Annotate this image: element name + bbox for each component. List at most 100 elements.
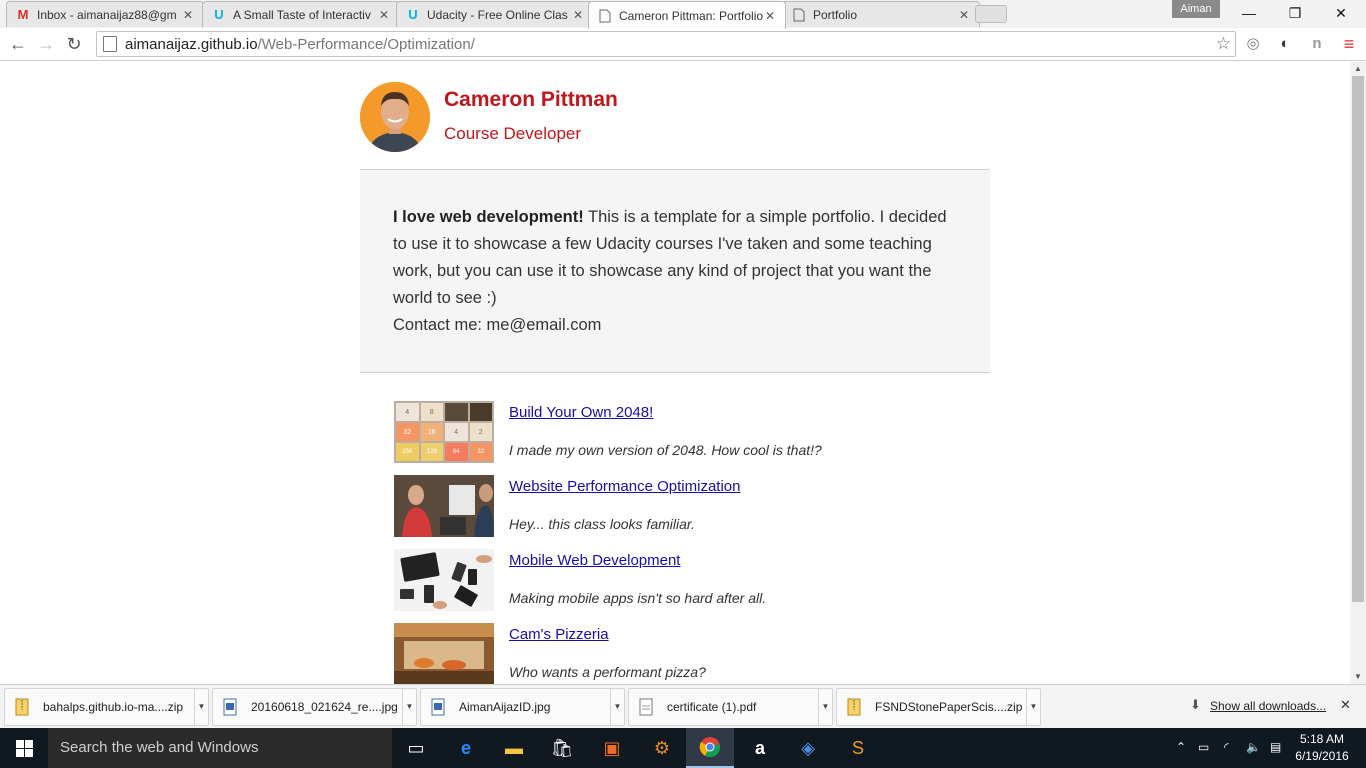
scroll-up-icon[interactable]: ▲ xyxy=(1350,62,1366,76)
taskbar-search-input[interactable]: Search the web and Windows xyxy=(48,728,392,768)
tile: 32 xyxy=(469,443,492,461)
app-icon[interactable]: ⚙ xyxy=(638,728,686,768)
list-item: Cam's Pizzeria Who wants a performant pi… xyxy=(394,623,954,684)
address-bar[interactable]: aimanaijaz.github.io/Web-Performance/Opt… xyxy=(96,31,1236,57)
tab-strip: M Inbox - aimanaijaz88@gm ✕ U A Small Ta… xyxy=(0,0,1366,29)
page-icon xyxy=(103,36,117,52)
file-explorer-icon[interactable]: ▬ xyxy=(490,728,538,768)
windows-logo-icon xyxy=(15,739,33,757)
download-item[interactable]: 20160618_021624_re....jpg ▼ xyxy=(212,688,417,726)
chevron-down-icon[interactable]: ▼ xyxy=(818,689,832,725)
network-icon[interactable]: ▭ xyxy=(1198,740,1209,754)
download-filename: 20160618_021624_re....jpg xyxy=(251,700,398,714)
close-icon[interactable]: ✕ xyxy=(571,8,585,22)
extension-icon[interactable]: n xyxy=(1306,33,1328,55)
chevron-up-icon[interactable]: ⌃ xyxy=(1176,740,1186,754)
close-icon[interactable]: ✕ xyxy=(1340,697,1351,713)
reload-icon[interactable]: ↻ xyxy=(62,32,86,56)
intro-section: I love web development! This is a templa… xyxy=(360,169,990,373)
clock[interactable]: 5:18 AM 6/19/2016 xyxy=(1292,731,1352,765)
amazon-icon[interactable]: a xyxy=(736,728,784,768)
project-link[interactable]: Cam's Pizzeria xyxy=(509,626,609,643)
list-item: 4 8 32 16 4 2 256 128 64 32 Build Your O… xyxy=(394,401,954,475)
sublime-text-icon[interactable]: S xyxy=(834,728,882,768)
new-tab-button[interactable] xyxy=(975,5,1007,23)
project-thumbnail-pizzeria[interactable] xyxy=(394,623,494,684)
tile xyxy=(469,403,492,421)
project-description: Who wants a performant pizza? xyxy=(509,664,706,680)
close-icon[interactable]: ✕ xyxy=(957,8,971,22)
app-icon[interactable]: ◈ xyxy=(784,728,832,768)
project-thumbnail-instructors[interactable] xyxy=(394,475,494,537)
download-item[interactable]: bahalps.github.io-ma....zip ▼ xyxy=(4,688,209,726)
page-icon xyxy=(597,8,613,24)
tile xyxy=(445,403,468,421)
project-thumbnail-2048[interactable]: 4 8 32 16 4 2 256 128 64 32 xyxy=(394,401,494,463)
close-icon[interactable]: ✕ xyxy=(181,8,195,22)
menu-icon[interactable]: ≡ xyxy=(1338,33,1360,55)
tab-udacity[interactable]: U Udacity - Free Online Clas ✕ xyxy=(396,1,594,27)
chevron-down-icon[interactable]: ▼ xyxy=(610,689,624,725)
forward-icon[interactable]: → xyxy=(34,32,58,56)
tile: 4 xyxy=(445,423,468,441)
volume-icon[interactable]: 🔈 xyxy=(1246,740,1261,754)
chevron-down-icon[interactable]: ▼ xyxy=(194,689,208,725)
office-icon[interactable]: ▣ xyxy=(588,728,636,768)
chevron-down-icon[interactable]: ▼ xyxy=(1026,689,1040,725)
tab-gmail[interactable]: M Inbox - aimanaijaz88@gm ✕ xyxy=(6,1,204,27)
tab-title: Udacity - Free Online Clas xyxy=(427,7,568,22)
gmail-icon: M xyxy=(17,7,29,22)
chevron-down-icon[interactable]: ▼ xyxy=(402,689,416,725)
tab-portfolio[interactable]: Portfolio ✕ xyxy=(782,1,980,27)
avatar xyxy=(360,82,430,152)
back-icon[interactable]: ← xyxy=(6,32,30,56)
project-link[interactable]: Build Your Own 2048! xyxy=(509,404,653,421)
zip-file-icon xyxy=(15,698,29,716)
scrollbar-thumb[interactable] xyxy=(1352,76,1364,602)
show-all-downloads-link[interactable]: Show all downloads... xyxy=(1210,699,1326,713)
bookmark-star-icon[interactable]: ☆ xyxy=(1216,34,1231,54)
project-description: Making mobile apps isn't so hard after a… xyxy=(509,590,767,606)
minimize-icon[interactable]: — xyxy=(1226,0,1272,26)
close-icon[interactable]: ✕ xyxy=(377,8,391,22)
udacity-icon: U xyxy=(214,7,224,22)
tile: 16 xyxy=(420,423,443,441)
tile: 256 xyxy=(396,443,419,461)
download-item[interactable]: FSNDStonePaperScis....zip ▼ xyxy=(836,688,1041,726)
profile-button[interactable]: Aiman xyxy=(1172,0,1220,18)
extension-icon[interactable]: ◐ xyxy=(1274,33,1296,55)
tab-portfolio-active[interactable]: Cameron Pittman: Portfolio ✕ xyxy=(588,1,786,29)
download-item[interactable]: AimanAijazID.jpg ▼ xyxy=(420,688,625,726)
image-file-icon xyxy=(223,698,237,716)
project-thumbnail-phones[interactable] xyxy=(394,549,494,611)
downloads-bar: bahalps.github.io-ma....zip ▼ 20160618_0… xyxy=(0,684,1366,728)
download-item[interactable]: certificate (1).pdf ▼ xyxy=(628,688,833,726)
edge-icon[interactable]: e xyxy=(442,728,490,768)
tab-title: Portfolio xyxy=(813,7,858,22)
chrome-icon[interactable] xyxy=(686,728,734,768)
download-icon: ⬇ xyxy=(1190,697,1201,712)
profile-role: Course Developer xyxy=(444,124,582,143)
close-icon[interactable]: ✕ xyxy=(763,9,777,23)
url-domain: aimanaijaz.github.io xyxy=(125,35,258,53)
image-file-icon xyxy=(431,698,445,716)
close-window-icon[interactable]: ✕ xyxy=(1318,0,1364,26)
store-icon[interactable]: 🛍 xyxy=(538,728,586,768)
scroll-down-icon[interactable]: ▼ xyxy=(1350,670,1366,684)
page-scrollbar[interactable]: ▲ ▼ xyxy=(1350,62,1366,684)
profile-name: Cameron Pittman xyxy=(444,88,618,111)
page-icon xyxy=(791,7,807,23)
start-button[interactable] xyxy=(0,728,48,768)
project-link[interactable]: Website Performance Optimization xyxy=(509,478,740,495)
wifi-icon[interactable]: ◜ xyxy=(1224,740,1229,754)
extension-icon[interactable]: ◎ xyxy=(1242,33,1264,55)
tab-udacity-interactive[interactable]: U A Small Taste of Interactiv ✕ xyxy=(202,1,400,27)
project-link[interactable]: Mobile Web Development xyxy=(509,552,680,569)
task-view-icon[interactable]: ▭ xyxy=(392,728,440,768)
restore-icon[interactable]: ❐ xyxy=(1272,0,1318,26)
tile: 32 xyxy=(396,423,419,441)
notification-icon[interactable]: ▤ xyxy=(1270,740,1281,754)
tab-title: A Small Taste of Interactiv xyxy=(233,7,371,22)
browser-toolbar: ← → ↻ aimanaijaz.github.io/Web-Performan… xyxy=(0,28,1366,61)
tab-title: Inbox - aimanaijaz88@gm xyxy=(37,7,177,22)
